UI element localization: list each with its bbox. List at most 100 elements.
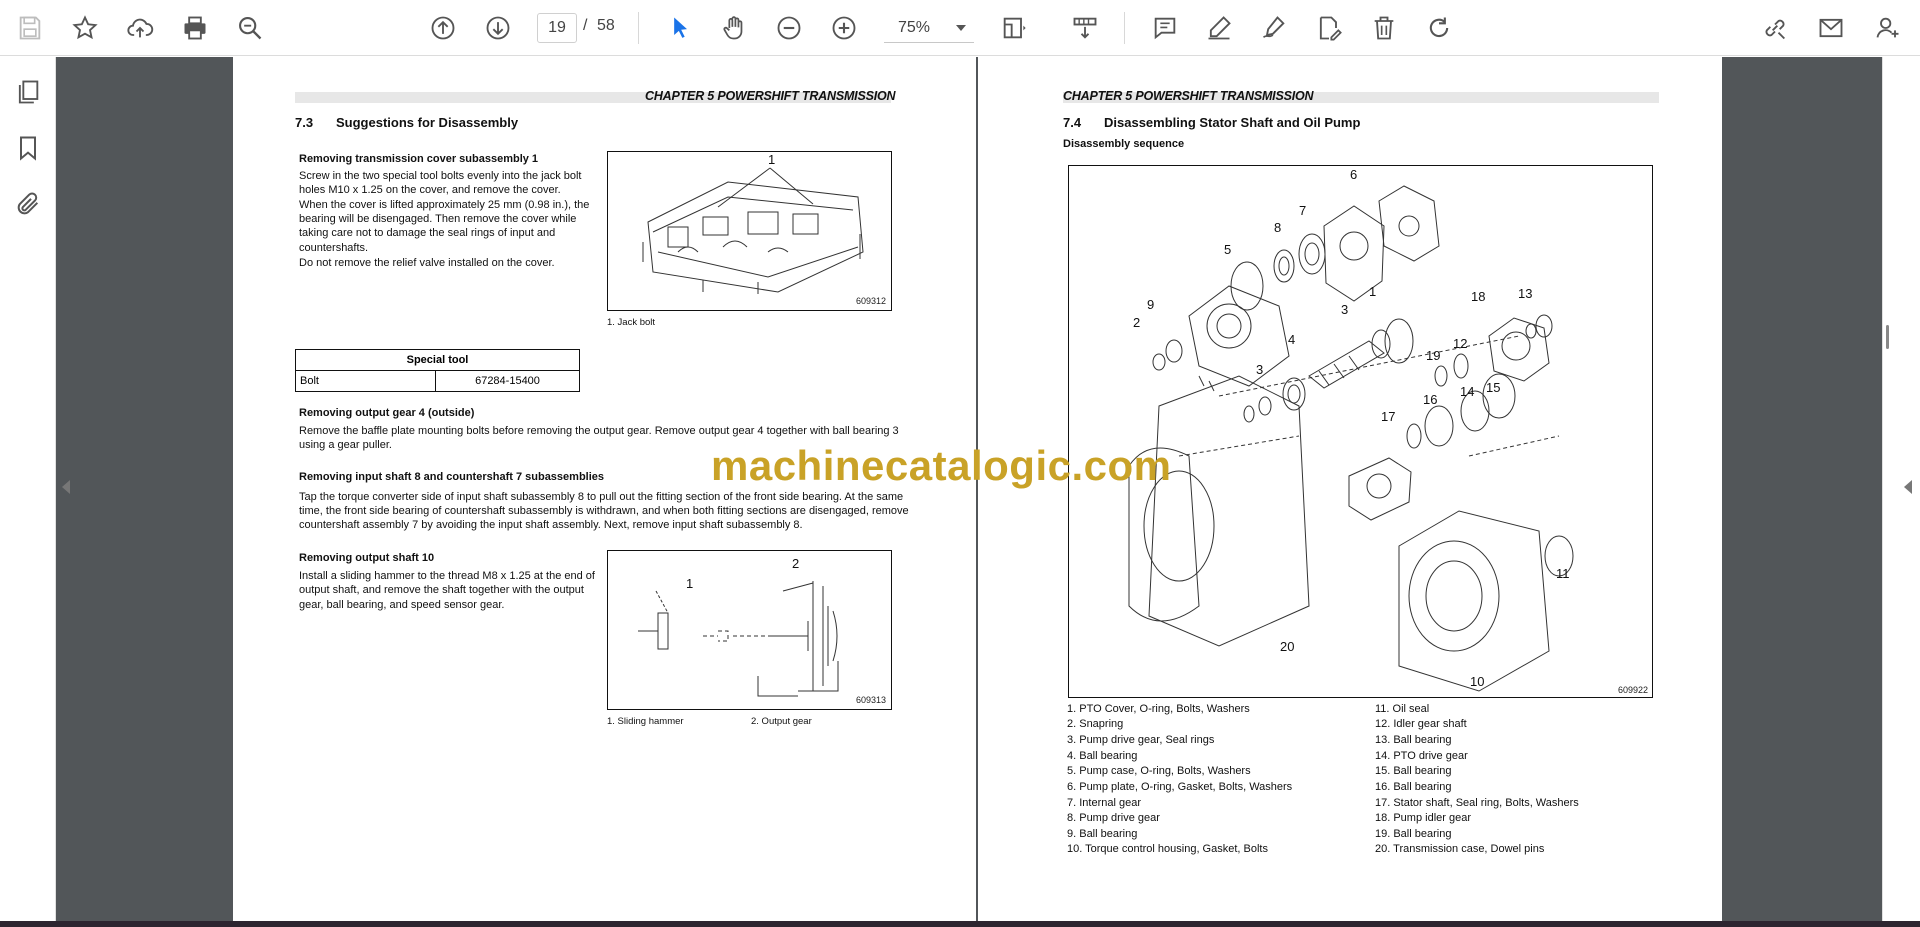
paragraph-line: holes M10 x 1.25 on the cover, and remov… [299, 184, 561, 196]
special-tool-table: Special tool Bolt 67284-15400 [295, 349, 580, 392]
toolbar-divider [1124, 12, 1125, 44]
attachment-icon[interactable] [10, 186, 46, 222]
figure-callout: 2 [792, 556, 800, 571]
figure-callout: 20 [1280, 639, 1295, 654]
page-thumbnails-icon[interactable] [10, 74, 46, 110]
expand-right-arrow-icon[interactable] [1904, 480, 1912, 494]
toolbar: 19 / 58 75% [0, 0, 1920, 56]
paragraph-line: countershaft assembly 7 by avoiding the … [299, 519, 803, 531]
zoom-select[interactable]: 75% [884, 13, 974, 43]
figure-callout: 2 [1133, 315, 1141, 330]
redo-icon[interactable] [1421, 10, 1457, 46]
figure-callout: 18 [1471, 289, 1486, 304]
list-item: 18. Pump idler gear [1375, 812, 1471, 824]
table-cell: Bolt [295, 370, 436, 392]
page-number-input[interactable]: 19 [537, 13, 577, 43]
hand-tool-icon[interactable] [716, 10, 752, 46]
figure-output-shaft: 1 2 609313 [607, 550, 892, 710]
list-item: 14. PTO drive gear [1375, 750, 1468, 762]
cloud-upload-icon[interactable] [122, 10, 158, 46]
figure-code: 609313 [856, 695, 887, 705]
bookmark-icon[interactable] [10, 130, 46, 166]
paragraph-line: Screw in the two special tool bolts even… [299, 170, 582, 182]
page-separator: / [583, 17, 588, 34]
comment-icon[interactable] [1147, 10, 1183, 46]
draw-icon[interactable] [1256, 10, 1292, 46]
list-item: 12. Idler gear shaft [1375, 718, 1467, 730]
taskbar-strip [0, 921, 1920, 927]
subheading: Disassembly sequence [1063, 138, 1185, 150]
email-icon[interactable] [1813, 10, 1849, 46]
paragraph-line: Remove the baffle plate mounting bolts b… [299, 425, 899, 437]
exploded-drawing [1128, 185, 1574, 692]
figure-callout: 11 [1556, 566, 1570, 581]
previous-page-icon[interactable] [425, 10, 461, 46]
page-total: 58 [597, 17, 615, 34]
paragraph-heading: Removing input shaft 8 and countershaft … [299, 471, 605, 483]
figure-callout: 1 [768, 152, 776, 167]
figure-callout: 7 [1299, 203, 1307, 218]
paragraph-line: When the cover is lifted approximately 2… [299, 199, 590, 211]
share-link-icon[interactable] [1757, 10, 1793, 46]
next-page-icon[interactable] [480, 10, 516, 46]
zoom-out-icon[interactable] [771, 10, 807, 46]
table-cell: 67284-15400 [435, 370, 580, 392]
star-icon[interactable] [67, 10, 103, 46]
page-fit-icon[interactable] [996, 10, 1032, 46]
save-icon[interactable] [12, 10, 48, 46]
list-item: 2. Snapring [1067, 718, 1124, 730]
paragraph-line: output shaft, and remove the shaft toget… [299, 584, 584, 596]
list-item: 20. Transmission case, Dowel pins [1375, 843, 1545, 855]
figure-callout: 17 [1381, 409, 1396, 424]
figure-callout: 12 [1453, 336, 1468, 351]
toolbar-divider [638, 12, 639, 44]
figure-callout: 13 [1518, 286, 1533, 301]
edit-document-icon[interactable] [1311, 10, 1347, 46]
list-item: 6. Pump plate, O-ring, Gasket, Bolts, Wa… [1067, 781, 1293, 793]
figure-exploded-view: 6 7 8 5 9 2 3 1 18 13 4 12 3 19 15 16 14… [1068, 165, 1653, 698]
list-item: 13. Ball bearing [1375, 734, 1452, 746]
left-sidebar [0, 57, 56, 921]
section-title: Disassembling Stator Shaft and Oil Pump [1104, 115, 1361, 130]
shaft-drawing [638, 581, 839, 697]
paragraph-line: Install a sliding hammer to the thread M… [299, 570, 595, 582]
list-item: 7. Internal gear [1067, 797, 1141, 809]
right-sidebar [1882, 57, 1920, 921]
select-cursor-icon[interactable] [662, 10, 698, 46]
list-item: 4. Ball bearing [1067, 750, 1138, 762]
paragraph-line: bearing will be disengaged. Then remove … [299, 213, 577, 225]
figure-callout: 15 [1486, 380, 1501, 395]
figure-transmission-cover: 1 609312 [607, 151, 892, 311]
trash-icon[interactable] [1366, 10, 1402, 46]
cover-drawing [642, 167, 864, 294]
list-item: 3. Pump drive gear, Seal rings [1067, 734, 1215, 746]
list-item: 15. Ball bearing [1375, 765, 1452, 777]
print-icon[interactable] [177, 10, 213, 46]
chapter-header: CHAPTER 5 POWERSHIFT TRANSMISSION [1063, 89, 1314, 103]
table-header: Special tool [295, 349, 580, 371]
add-user-icon[interactable] [1870, 10, 1906, 46]
list-item: 11. Oil seal [1375, 703, 1430, 715]
figure-caption: 1. Sliding hammer [607, 716, 684, 727]
highlight-pen-icon[interactable] [1201, 10, 1237, 46]
figure-callout: 19 [1426, 348, 1441, 363]
figure-callout: 3 [1341, 302, 1349, 317]
figure-callout: 5 [1224, 242, 1232, 257]
figure-caption: 2. Output gear [751, 716, 812, 727]
paragraph-line: time, the front side bearing of counters… [299, 505, 909, 517]
paragraph-heading: Removing output shaft 10 [299, 552, 435, 564]
paragraph-heading: Removing output gear 4 (outside) [299, 407, 475, 419]
collapse-left-arrow-icon[interactable] [62, 480, 70, 494]
list-item: 8. Pump drive gear [1067, 812, 1160, 824]
list-item: 10. Torque control housing, Gasket, Bolt… [1067, 843, 1268, 855]
zoom-in-icon[interactable] [826, 10, 862, 46]
paragraph-line: gear, ball bearing, and speed sensor gea… [299, 599, 505, 611]
scroll-mode-icon[interactable] [1067, 10, 1103, 46]
zoom-out-search-icon[interactable] [232, 10, 268, 46]
list-item: 9. Ball bearing [1067, 828, 1138, 840]
chevron-down-icon [956, 25, 966, 31]
paragraph-heading: Removing transmission cover subassembly … [299, 153, 539, 165]
scrollbar-thumb[interactable] [1886, 325, 1889, 349]
section-number: 7.3 [295, 115, 314, 130]
figure-caption: 1. Jack bolt [607, 317, 656, 328]
